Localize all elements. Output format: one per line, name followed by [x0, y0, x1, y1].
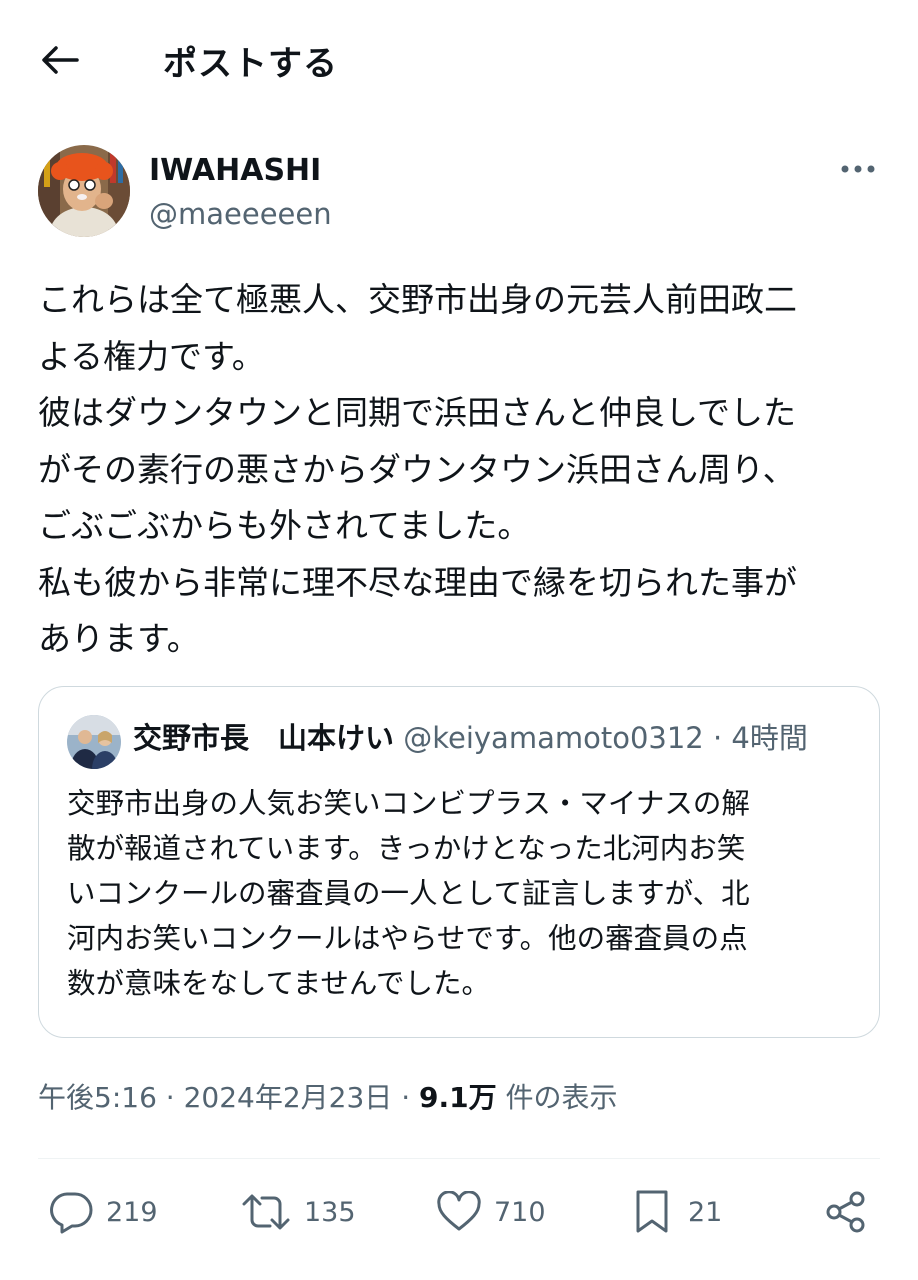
share-icon: [826, 1191, 865, 1233]
reply-icon: [50, 1192, 93, 1234]
back-button[interactable]: [38, 40, 82, 80]
quoted-text-line: 散が報道されています。きっかけとなった北河内お笑: [67, 832, 746, 865]
quoted-avatar[interactable]: [67, 715, 121, 769]
like-count: 710: [494, 1196, 546, 1228]
reply-count: 219: [106, 1196, 158, 1228]
bookmark-icon: [636, 1190, 668, 1233]
quoted-timestamp[interactable]: 4時間: [731, 721, 807, 755]
separator-dot: ·: [712, 721, 723, 755]
quoted-header: 交野市長 山本けい @keiyamamoto0312 · 4時間: [133, 717, 808, 759]
repost-button[interactable]: 135: [240, 1180, 356, 1244]
quoted-text-line: いコンクールの審査員の一人として証言しますが、北: [67, 877, 750, 910]
view-count-label: 件の表示: [496, 1081, 618, 1114]
post-date[interactable]: 2024年2月23日: [184, 1081, 393, 1114]
more-horizontal-icon: [841, 165, 875, 173]
post-text-line: がその素行の悪さからダウンタウン浜田さん周り、: [38, 449, 796, 489]
post-metadata: 午後5:16 · 2024年2月23日 · 9.1万 件の表示: [38, 1076, 618, 1116]
separator-dot: ·: [392, 1081, 419, 1114]
avatar[interactable]: [38, 145, 130, 237]
quoted-text-line: 河内お笑いコンクールはやらせです。他の審査員の点: [67, 922, 748, 955]
post-text-line: あります。: [38, 619, 200, 658]
post-text-line: よる権力です。: [38, 336, 265, 376]
quoted-author-handle[interactable]: @keiyamamoto0312: [403, 721, 704, 755]
reply-button[interactable]: 219: [48, 1180, 158, 1244]
action-bar: 219 135 710 21: [0, 1180, 918, 1244]
page-title: ポストする: [163, 44, 338, 84]
quoted-text: 交野市出身の人気お笑いコンビプラス・マイナスの解 散が報道されています。きっかけ…: [67, 781, 857, 1006]
quoted-author-name[interactable]: 交野市長 山本けい: [133, 721, 394, 755]
separator-dot: ·: [156, 1081, 184, 1114]
post-text-line: ごぶごぶからも外されてました。: [38, 506, 531, 545]
arrow-left-icon: [42, 46, 79, 74]
repost-icon: [242, 1194, 290, 1230]
post-author: IWAHASHI @maeeeeen: [38, 145, 880, 240]
post-text-line: 私も彼から非常に理不尽な理由で縁を切られた事が: [38, 562, 797, 602]
heart-icon: [437, 1191, 481, 1231]
post-time[interactable]: 午後5:16: [38, 1081, 157, 1114]
divider: [38, 1158, 880, 1159]
view-count[interactable]: 9.1万: [419, 1081, 497, 1114]
author-handle[interactable]: @maeeeeen: [149, 197, 332, 231]
post-text-line: 彼はダウンタウンと同期で浜田さんと仲良しでした: [38, 393, 797, 432]
quoted-post[interactable]: 交野市長 山本けい @keiyamamoto0312 · 4時間 交野市出身の人…: [38, 686, 880, 1038]
post-text-line: これらは全て極悪人、交野市出身の元芸人前田政二: [38, 280, 797, 319]
quoted-text-line: 数が意味をなしてませんでした。: [67, 967, 490, 1000]
top-bar: ポストする: [0, 0, 918, 120]
more-options-button[interactable]: [836, 151, 880, 187]
bookmark-count: 21: [688, 1196, 723, 1228]
bookmark-button[interactable]: 21: [634, 1180, 722, 1244]
post-text: これらは全て極悪人、交野市出身の元芸人前田政二 よる権力です。 彼はダウンタウン…: [38, 272, 888, 668]
like-button[interactable]: 710: [436, 1180, 546, 1244]
author-display-name[interactable]: IWAHASHI: [149, 153, 321, 188]
share-button[interactable]: [824, 1180, 868, 1244]
repost-count: 135: [304, 1196, 356, 1228]
quoted-text-line: 交野市出身の人気お笑いコンビプラス・マイナスの解: [67, 787, 750, 820]
